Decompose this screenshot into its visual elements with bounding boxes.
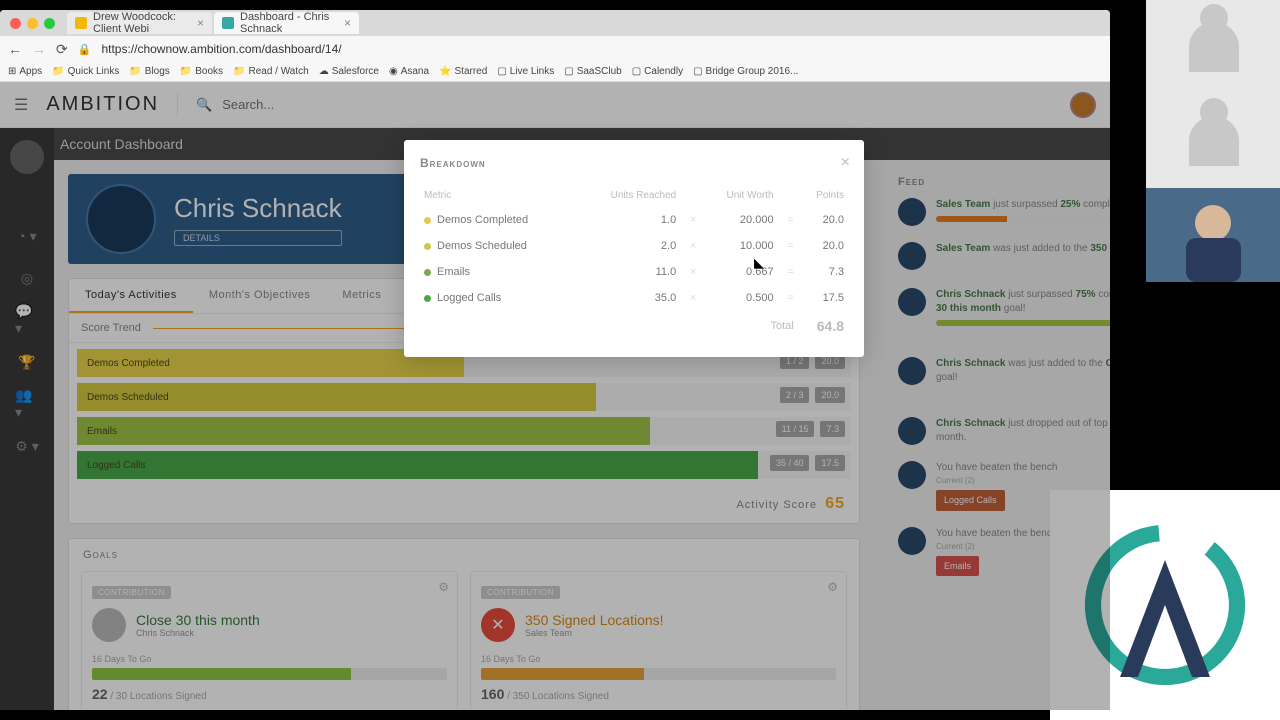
col-units: Units Reached	[577, 184, 680, 207]
tab-favicon-icon	[222, 17, 234, 29]
bookmark-item[interactable]: 📁 Blogs	[129, 66, 169, 77]
breakdown-modal: × Breakdown Metric Units Reached Unit Wo…	[404, 140, 864, 357]
table-row: Logged Calls 35.0×0.500=17.5	[420, 285, 848, 311]
table-row: Emails 11.0×0.667=7.3	[420, 259, 848, 285]
bookmark-item[interactable]: ▢ Bridge Group 2016...	[693, 66, 798, 77]
url-field[interactable]	[101, 42, 1102, 56]
bookmark-item[interactable]: ▢ Calendly	[632, 66, 683, 77]
bookmark-item[interactable]: ▢ SaaSClub	[564, 66, 621, 77]
bookmark-item[interactable]: 📁 Read / Watch	[233, 66, 309, 77]
modal-close-icon[interactable]: ×	[841, 154, 850, 172]
participant-placeholder	[1146, 0, 1280, 94]
bookmark-item[interactable]: 📁 Books	[180, 66, 223, 77]
bookmark-item[interactable]: 📁 Quick Links	[52, 66, 119, 77]
reload-icon[interactable]: ⟳	[56, 41, 68, 58]
tab-favicon-icon	[75, 17, 87, 29]
browser-tabbar: Drew Woodcock: Client Webi × Dashboard -…	[0, 10, 1110, 36]
tab-label: Drew Woodcock: Client Webi	[93, 11, 191, 35]
minimize-window-icon[interactable]	[27, 18, 38, 29]
bookmark-item[interactable]: ◉ Asana	[389, 66, 429, 77]
url-input[interactable]	[101, 40, 1102, 58]
bookmark-item[interactable]: ☁ Salesforce	[319, 66, 379, 77]
browser-tab-0[interactable]: Drew Woodcock: Client Webi ×	[67, 12, 212, 34]
breakdown-table: Metric Units Reached Unit Worth Points D…	[420, 184, 848, 341]
col-worth: Unit Worth	[700, 184, 777, 207]
col-metric: Metric	[420, 184, 577, 207]
table-row: Demos Scheduled 2.0×10.000=20.0	[420, 233, 848, 259]
window-controls[interactable]	[0, 18, 65, 29]
close-window-icon[interactable]	[10, 18, 21, 29]
browser-tab-1[interactable]: Dashboard - Chris Schnack ×	[214, 12, 359, 34]
tab-close-icon[interactable]: ×	[344, 16, 351, 30]
browser-window: Drew Woodcock: Client Webi × Dashboard -…	[0, 10, 1110, 710]
tab-label: Dashboard - Chris Schnack	[240, 11, 338, 35]
modal-title: Breakdown	[420, 156, 848, 170]
bookmark-item[interactable]: ⭐ Starred	[439, 66, 487, 77]
lock-icon: 🔒	[78, 43, 92, 56]
table-row: Demos Completed 1.0×20.000=20.0	[420, 207, 848, 233]
maximize-window-icon[interactable]	[44, 18, 55, 29]
col-points: Points	[798, 184, 848, 207]
video-participants	[1140, 0, 1280, 282]
total-row: Total 64.8	[420, 311, 848, 341]
back-icon[interactable]: ←	[8, 41, 22, 57]
bookmark-item[interactable]: ▢ Live Links	[497, 66, 554, 77]
bookmarks-bar: ⊞ Apps 📁 Quick Links 📁 Blogs 📁 Books 📁 R…	[0, 62, 1110, 82]
person-icon	[1146, 188, 1280, 282]
mouse-cursor-icon: ◣	[754, 255, 764, 271]
address-bar: ← → ⟳ 🔒	[0, 36, 1110, 62]
bookmark-item[interactable]: ⊞ Apps	[8, 66, 42, 77]
forward-icon[interactable]: →	[32, 41, 46, 57]
participant-placeholder	[1146, 94, 1280, 188]
tab-close-icon[interactable]: ×	[197, 16, 204, 30]
participant-video	[1146, 188, 1280, 282]
